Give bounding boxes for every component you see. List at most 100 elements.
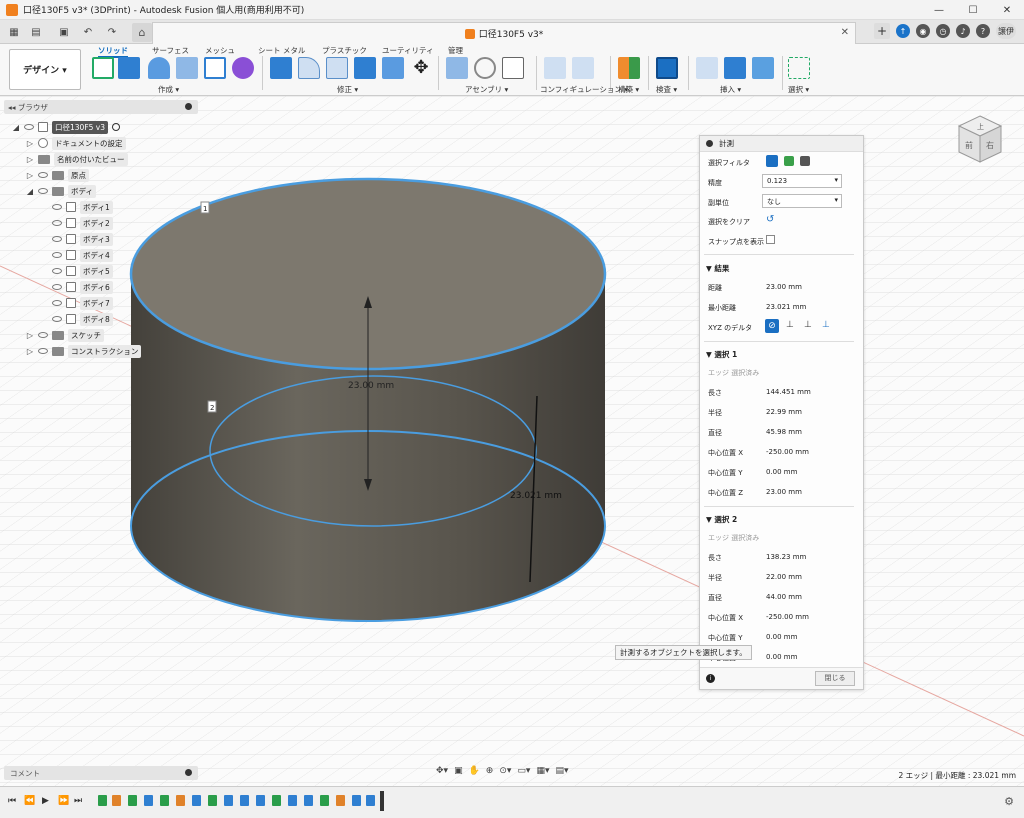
selection2-section[interactable]: ▼ 選択 2 [706,514,737,525]
timeline-feature[interactable] [336,795,345,806]
group-construct-label[interactable]: 構築 ▾ [618,84,639,95]
home-tab-button[interactable]: ⌂ [132,23,152,42]
visibility-eye-icon[interactable] [52,268,62,274]
timeline-next-icon[interactable]: ⏩ [58,796,69,806]
timeline-feature[interactable] [144,795,153,806]
collapse-icon[interactable]: ◢ [26,187,34,196]
activate-radio-icon[interactable] [112,123,120,131]
timeline-prev-icon[interactable]: ⏪ [24,796,35,806]
snap-points-checkbox[interactable] [766,235,775,244]
filter-face-icon[interactable] [766,155,778,167]
offset-plane-icon[interactable] [618,57,640,79]
delta-none-icon[interactable]: ⊘ [765,319,779,333]
visibility-eye-icon[interactable] [38,188,48,194]
document-tab[interactable]: 口径130F5 v3* ✕ [152,22,856,44]
view-cube[interactable]: 前 右 上 [955,112,1005,172]
collapse-dot-icon[interactable] [706,140,713,147]
bill-of-materials-icon[interactable] [502,57,524,79]
timeline-feature[interactable] [98,795,107,806]
timeline-feature[interactable] [240,795,249,806]
new-tab-icon[interactable]: + [874,23,890,39]
combine-icon[interactable] [354,57,376,79]
timeline-feature[interactable] [288,795,297,806]
expand-icon[interactable]: ▷ [26,347,34,356]
workspace-switcher-button[interactable]: デザイン ▾ [9,49,81,90]
notifications-bell-icon[interactable]: ♪ [956,24,970,38]
browser-body-6[interactable]: ボディ6 [52,280,113,294]
browser-node-origin[interactable]: ▷ 原点 [26,168,89,182]
filter-component-icon[interactable] [800,156,810,166]
form-icon[interactable] [232,57,254,79]
select-window-icon[interactable] [788,57,810,79]
filter-body-icon[interactable] [784,156,794,166]
extrude-icon[interactable] [118,57,140,79]
delta-y-icon[interactable]: ⊥ [804,320,812,330]
expand-icon[interactable]: ▷ [26,171,34,180]
measure-icon[interactable] [656,57,678,79]
timeline-feature[interactable] [112,795,121,806]
timeline-settings-gear-icon[interactable]: ⚙ [1004,795,1014,808]
visibility-eye-icon[interactable] [52,300,62,306]
group-create-label[interactable]: 作成 ▾ [158,84,179,95]
delta-x-icon[interactable]: ⊥ [786,320,794,330]
timeline-feature[interactable] [128,795,137,806]
browser-body-7[interactable]: ボディ7 [52,296,113,310]
visibility-eye-icon[interactable] [38,172,48,178]
collapse-icon[interactable]: ◢ [12,123,20,132]
create-sketch-icon[interactable] [92,57,114,79]
group-inspect-label[interactable]: 検査 ▾ [656,84,677,95]
subunit-dropdown[interactable]: なし [762,194,842,208]
visibility-eye-icon[interactable] [24,124,34,130]
timeline-end-icon[interactable]: ⏭ [74,796,82,806]
close-measure-button[interactable]: 閉じる [815,671,855,686]
grid-menu-icon[interactable]: ▦ [6,24,22,40]
expand-icon[interactable]: ▷ [26,155,34,164]
help-icon[interactable]: ? [976,24,990,38]
group-configure-label[interactable]: コンフィギュレーション ▾ [540,84,628,95]
timeline-feature[interactable] [176,795,185,806]
visibility-eye-icon[interactable] [52,236,62,242]
new-component-icon[interactable] [446,57,468,79]
visibility-eye-icon[interactable] [52,252,62,258]
user-avatar[interactable]: 譲伊 [996,23,1016,39]
revolve-icon[interactable] [148,57,170,79]
browser-body-5[interactable]: ボディ5 [52,264,113,278]
timeline-feature[interactable] [224,795,233,806]
visibility-eye-icon[interactable] [38,332,48,338]
viewports-icon[interactable]: ▤▾ [555,766,568,776]
browser-root[interactable]: ◢ 口径130F5 v3 [12,120,120,134]
timeline-start-icon[interactable]: ⏮ [8,796,16,806]
group-assemble-label[interactable]: アセンブリ ▾ [465,84,508,95]
zoom-icon[interactable]: ⊕ [486,766,494,776]
job-status-icon[interactable]: ↑ [896,24,910,38]
configure-icon[interactable] [544,57,566,79]
group-modify-label[interactable]: 修正 ▾ [337,84,358,95]
timeline-feature[interactable] [320,795,329,806]
file-menu-icon[interactable]: ▤ [28,24,44,40]
tab-plastic[interactable]: プラスチック [322,45,367,56]
collapse-arrow-icon[interactable]: ◂◂ [8,103,18,112]
pan-hand-icon[interactable]: ✋ [469,766,480,776]
info-icon[interactable]: i [706,674,715,683]
tab-utilities[interactable]: ユーティリティ [382,45,434,56]
move-icon[interactable]: ✥ [410,57,432,79]
orbit-icon[interactable]: ✥▾ [436,766,448,776]
expand-icon[interactable]: ▷ [26,331,34,340]
expand-icon[interactable]: ▷ [26,139,34,148]
shell-icon[interactable] [382,57,404,79]
precision-dropdown[interactable]: 0.123 [762,174,842,188]
timeline-feature[interactable] [366,795,375,806]
fit-icon[interactable]: ⊙▾ [499,766,511,776]
browser-node-named-views[interactable]: ▷ 名前の付いたビュー [26,152,128,166]
group-insert-label[interactable]: 挿入 ▾ [720,84,741,95]
joint-icon[interactable] [474,57,496,79]
add-comment-icon[interactable] [185,769,192,776]
browser-node-bodies[interactable]: ◢ ボディ [26,184,96,198]
press-pull-icon[interactable] [270,57,292,79]
browser-body-4[interactable]: ボディ4 [52,248,113,262]
insert-derive-icon[interactable] [696,57,718,79]
close-window-button[interactable]: ✕ [990,0,1024,20]
redo-icon[interactable]: ↷ [104,24,120,40]
tab-sheet-metal[interactable]: シート メタル [258,45,305,56]
browser-header[interactable]: ◂◂ ブラウザ [4,100,198,114]
